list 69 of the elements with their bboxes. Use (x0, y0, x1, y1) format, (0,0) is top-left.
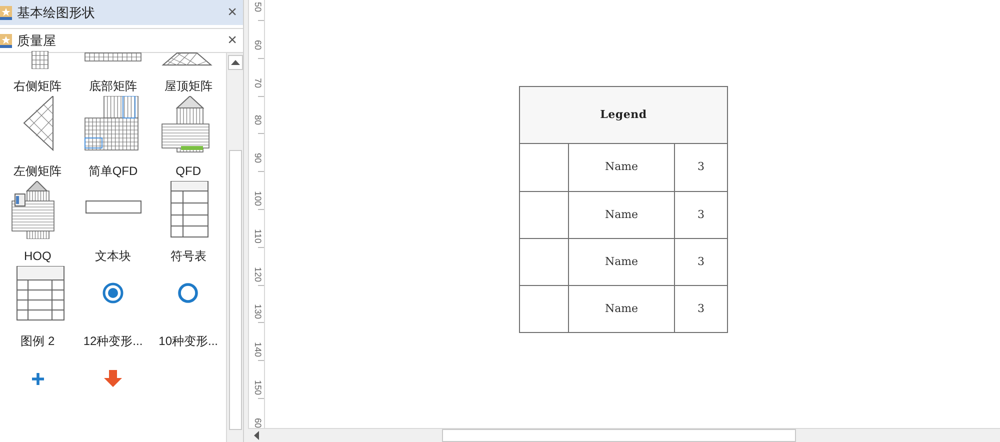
shape-item[interactable]: 底部矩阵 (75, 51, 151, 96)
shape-label: QFD (176, 163, 201, 180)
shape-label: 10种变形... (158, 333, 218, 350)
library-header[interactable]: 基本绘图形状 × (0, 0, 243, 25)
library-title: 质量屋 (17, 32, 57, 50)
scroll-thumb[interactable] (228, 150, 242, 430)
ruler-label: 80 (253, 115, 262, 126)
rectangle-icon (85, 200, 142, 214)
name-cell: Name (569, 286, 675, 332)
table-icon (170, 181, 209, 238)
shape-label: 简单QFD (88, 163, 138, 180)
triangle-grid-icon (162, 52, 213, 66)
building-grid-icon (162, 96, 210, 152)
shape-label: 左侧矩阵 (14, 163, 62, 180)
ruler-label: 150 (253, 380, 262, 396)
legend-title: Legend (520, 87, 727, 144)
building-grid-icon (11, 181, 54, 239)
ring-icon (178, 283, 198, 303)
ruler-label: 110 (253, 228, 262, 244)
horizontal-scrollbar[interactable] (248, 428, 1000, 442)
shape-item[interactable]: 符号表 (150, 181, 226, 266)
triangle-grid-icon (22, 96, 54, 152)
shape-item[interactable]: 屋顶矩阵 (150, 51, 226, 96)
shape-item[interactable]: 10种变形... (150, 266, 226, 351)
scroll-thumb[interactable] (442, 429, 796, 442)
ruler-label: 100 (253, 191, 262, 206)
shape-item[interactable]: HOQ (0, 181, 76, 266)
grid-icon (31, 51, 48, 69)
ruler-label: 70 (253, 78, 262, 88)
ruler-label: 130 (253, 304, 262, 320)
vertical-scrollbar[interactable] (226, 53, 243, 442)
name-cell: Name (569, 144, 675, 191)
shape-label: 符号表 (170, 248, 206, 265)
shape-label: 屋顶矩阵 (164, 78, 212, 95)
value-cell-text: 3 (696, 206, 706, 223)
shape-item[interactable]: 图例 2 (0, 266, 76, 351)
name-cell: Name (569, 239, 675, 285)
ruler-label: 60 (253, 418, 262, 428)
close-button[interactable]: × (228, 4, 237, 20)
shape-item[interactable]: QFD (150, 96, 226, 181)
value-cell-text: 3 (696, 159, 706, 176)
shape-label: 12种变形... (83, 333, 143, 350)
shape-label: 底部矩阵 (88, 78, 137, 95)
value-cell-text: 3 (696, 300, 706, 317)
ring-icon (102, 282, 124, 304)
shape-item[interactable]: 左侧矩阵 (0, 96, 76, 181)
table-icon (16, 266, 64, 320)
ruler-label: 60 (253, 40, 262, 50)
scroll-up-icon[interactable] (228, 55, 242, 70)
ruler-label: 90 (253, 153, 262, 164)
shape-label: HOQ (24, 248, 52, 265)
ruler-label: 140 (253, 342, 262, 358)
shape-label: 图例 2 (20, 333, 55, 350)
plus-icon (30, 372, 46, 386)
grid-icon (84, 96, 138, 150)
down-arrow-icon (104, 370, 122, 387)
shape-item[interactable]: 12种变形... (75, 266, 151, 351)
value-cell-text: 3 (696, 254, 706, 270)
grid-icon (84, 52, 142, 62)
shape-label: 右侧矩阵 (14, 78, 62, 95)
shape-label: 文本块 (94, 248, 131, 265)
name-cell: Name (569, 192, 675, 238)
shape-item[interactable]: 简单QFD (75, 96, 151, 181)
shape-item[interactable]: 右侧矩阵 (0, 51, 76, 96)
shape-item[interactable]: 文本块 (75, 181, 151, 266)
library-title: 基本绘图形状 (17, 4, 96, 22)
ruler-label: 120 (253, 266, 262, 282)
close-button[interactable]: × (228, 32, 237, 48)
ruler-label: 50 (253, 2, 262, 12)
